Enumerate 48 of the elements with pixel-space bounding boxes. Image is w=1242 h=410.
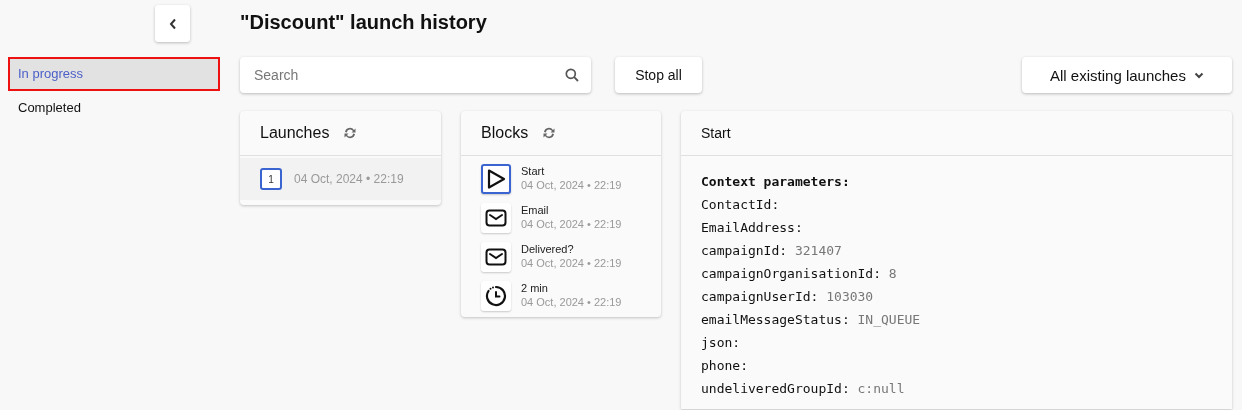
launch-filter-dropdown[interactable]: All existing launches [1022, 57, 1232, 93]
block-name: Email [521, 203, 550, 217]
param-key: ContactId: [701, 197, 780, 212]
timer-icon [485, 285, 507, 307]
section-heading: Context parameters: [701, 173, 851, 191]
block-icon-tile[interactable] [481, 164, 511, 194]
refresh-icon[interactable] [542, 126, 557, 140]
param-key: campaignId: [701, 243, 788, 258]
param-value: 103030 [826, 289, 874, 304]
param-key: undeliveredGroupId: [701, 381, 850, 396]
launch-row[interactable]: 1 04 Oct, 2024 • 22:19 [240, 158, 441, 200]
page-title: "Discount" launch history [240, 10, 487, 35]
envelope-icon [485, 248, 507, 266]
sidebar-item[interactable]: In progress [8, 57, 220, 91]
search-field[interactable]: Search [240, 57, 591, 93]
block-icon-tile[interactable] [481, 281, 511, 311]
launch-number: 1 [260, 168, 282, 190]
play-icon [485, 168, 507, 190]
block-icon-tile[interactable] [481, 242, 511, 272]
block-name: 2 min [521, 281, 549, 295]
param-key: campaignOrganisationId: [701, 266, 881, 281]
param-key: phone: [701, 358, 748, 373]
block-icon-tile[interactable] [481, 203, 511, 233]
envelope-icon [485, 209, 507, 227]
param-value: 8 [888, 266, 897, 281]
param-value: IN_QUEUE [857, 312, 921, 327]
param-key: campaignUserId: [701, 289, 819, 304]
block-date: 04 Oct, 2024 • 22:19 [521, 295, 622, 310]
sidebar-item[interactable]: Completed [8, 91, 220, 125]
block-date: 04 Oct, 2024 • 22:19 [521, 178, 622, 193]
block-name: Start [521, 164, 546, 178]
block-name: Delivered? [521, 242, 575, 256]
chevron-left-icon [168, 17, 177, 30]
block-date: 04 Oct, 2024 • 22:19 [521, 217, 622, 232]
panel-title: Launches [260, 124, 330, 142]
stop-all-button[interactable]: Stop all [615, 57, 702, 93]
panel-title: Start [701, 125, 731, 141]
param-value: 321407 [794, 243, 842, 258]
param-value: c:null [857, 381, 905, 396]
param-key: emailMessageStatus: [701, 312, 850, 327]
refresh-icon[interactable] [343, 126, 358, 140]
search-icon[interactable] [565, 68, 579, 82]
panel-title: Blocks [481, 124, 529, 142]
chevron-down-icon [1193, 71, 1204, 79]
launch-date: 04 Oct, 2024 • 22:19 [294, 172, 404, 186]
block-date: 04 Oct, 2024 • 22:19 [521, 256, 622, 271]
param-key: EmailAddress: [701, 220, 803, 235]
param-key: json: [701, 335, 741, 350]
